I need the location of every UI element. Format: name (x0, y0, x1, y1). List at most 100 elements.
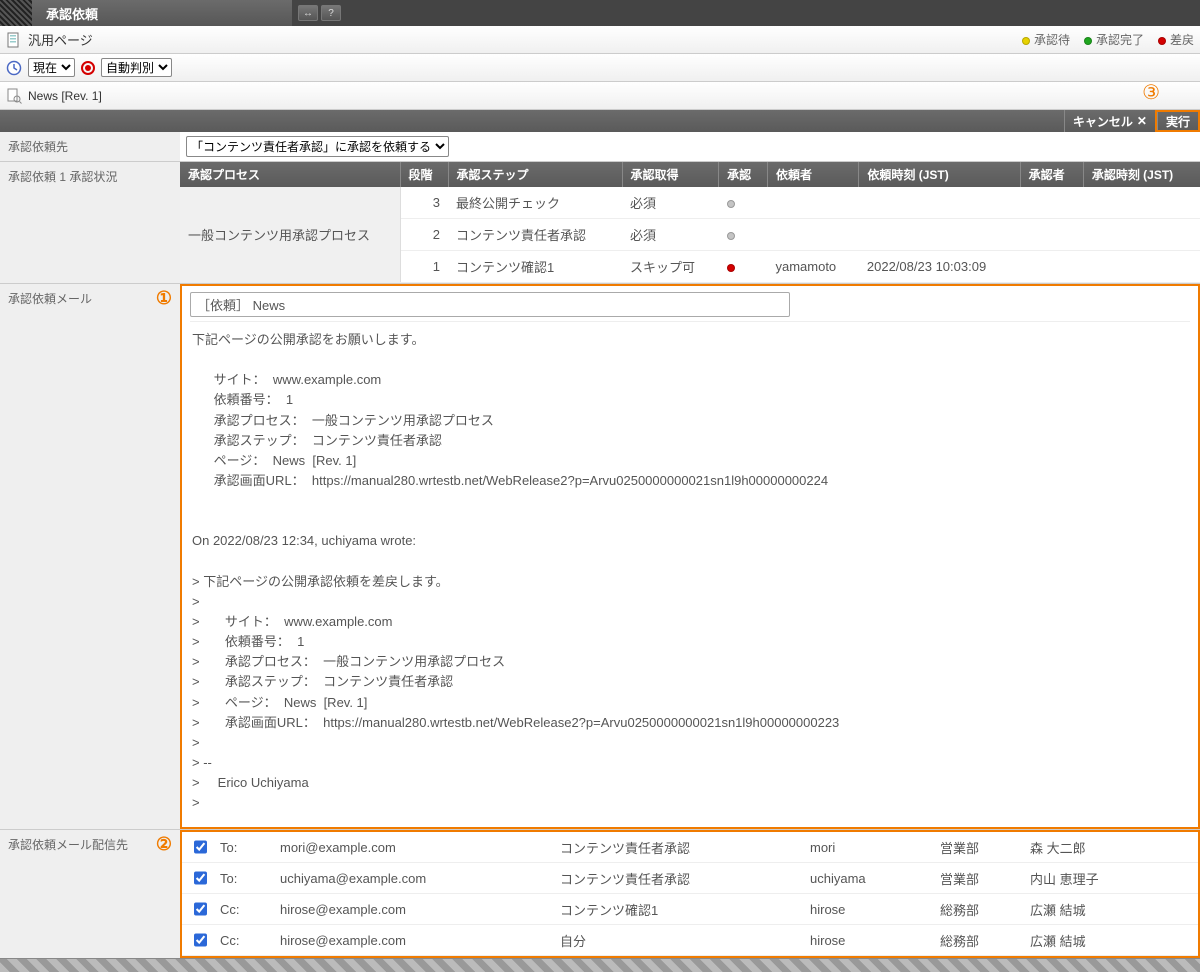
cell-approver (1020, 251, 1083, 283)
cell-kind: To: (212, 863, 272, 894)
recipient-checkbox[interactable] (194, 902, 207, 916)
clock-icon (6, 60, 22, 76)
cell-step: コンテンツ責任者承認 (448, 219, 622, 251)
app-logo (0, 0, 32, 26)
cell-step: コンテンツ責任者承認 (552, 863, 802, 894)
cell-fullname: 内山 恵理子 (1022, 863, 1198, 894)
cell-fullname: 森 大二郎 (1022, 832, 1198, 863)
dot-green-icon (1084, 37, 1092, 45)
recipient-checkbox[interactable] (194, 840, 207, 854)
label-status: 承認依頼 1 承認状況 (0, 162, 180, 283)
recipients-table: To:mori@example.comコンテンツ責任者承認mori営業部森 大二… (182, 832, 1198, 956)
th-requested-at: 依頼時刻 (JST) (859, 162, 1020, 187)
execute-button[interactable]: 実行 (1157, 112, 1198, 130)
row-status: 承認依頼 1 承認状況 承認プロセス 段階 承認ステップ 承認取得 承認 依頼者… (0, 162, 1200, 284)
toggle-pane-button[interactable]: ↔ (298, 5, 318, 21)
th-process: 承認プロセス (180, 162, 400, 187)
cell-step: 最終公開チェック (448, 187, 622, 219)
th-approver: 承認者 (1020, 162, 1083, 187)
cell-kind: Cc: (212, 925, 272, 956)
label-recipients: 承認依頼メール配信先 ② (0, 830, 180, 958)
page-icon (6, 32, 22, 48)
cell-fullname: 広瀬 結城 (1022, 925, 1198, 956)
label-mail-text: 承認依頼メール (8, 290, 92, 307)
cell-email: hirose@example.com (272, 894, 552, 925)
help-button[interactable]: ? (321, 5, 341, 21)
cell-requested-at (859, 187, 1020, 219)
cancel-label: キャンセル (1073, 113, 1133, 130)
top-bar-fill (347, 0, 1200, 26)
cell-email: mori@example.com (272, 832, 552, 863)
cell-user: hirose (802, 925, 932, 956)
cell-dept: 総務部 (932, 894, 1022, 925)
cell-stage: 1 (400, 251, 448, 283)
legend-rejected: 差戻 (1158, 31, 1194, 48)
cell-dept: 営業部 (932, 832, 1022, 863)
th-approval: 承認 (719, 162, 768, 187)
page-kind-label: 汎用ページ (28, 30, 93, 49)
value-destination: 「コンテンツ責任者承認」に承認を依頼する (180, 132, 1200, 161)
cell-requested-at: 2022/08/23 10:03:09 (859, 251, 1020, 283)
close-icon: ✕ (1137, 115, 1147, 127)
cell-check (182, 894, 212, 925)
record-icon (81, 61, 95, 75)
cell-requester: yamamoto (767, 251, 858, 283)
time-select[interactable]: 現在 (28, 58, 75, 77)
mail-body-textarea[interactable]: 下記ページの公開承認をお願いします。 サイト： www.example.com … (190, 321, 1190, 821)
cell-approval-dot (719, 219, 768, 251)
toolbar-time: 現在 自動判別 (0, 54, 1200, 82)
mail-frame: 下記ページの公開承認をお願いします。 サイト： www.example.com … (180, 284, 1200, 829)
recipient-checkbox[interactable] (194, 933, 207, 947)
resize-grip[interactable] (0, 958, 1200, 972)
detect-select[interactable]: 自動判別 (101, 58, 172, 77)
cell-required: スキップ可 (622, 251, 719, 283)
cell-step: コンテンツ確認1 (448, 251, 622, 283)
cell-dept: 営業部 (932, 863, 1022, 894)
cancel-button[interactable]: キャンセル ✕ (1064, 110, 1155, 132)
recipient-checkbox[interactable] (194, 871, 207, 885)
toolbar-breadcrumb: News [Rev. 1] ③ (0, 82, 1200, 110)
cell-approved-at (1083, 187, 1200, 219)
window-title: 承認依頼 (32, 0, 292, 26)
recipients-frame: To:mori@example.comコンテンツ責任者承認mori営業部森 大二… (180, 830, 1200, 958)
row-mail: 承認依頼メール ① 下記ページの公開承認をお願いします。 サイト： www.ex… (0, 284, 1200, 830)
cell-email: hirose@example.com (272, 925, 552, 956)
status-dot-icon (727, 264, 735, 272)
approval-table: 承認プロセス 段階 承認ステップ 承認取得 承認 依頼者 依頼時刻 (JST) … (180, 162, 1200, 283)
table-row: 一般コンテンツ用承認プロセス3最終公開チェック必須 (180, 187, 1200, 219)
callout-2: ② (156, 834, 172, 855)
mail-subject-input[interactable] (190, 292, 790, 317)
top-bar: 承認依頼 ↔ ? (0, 0, 1200, 26)
dot-yellow-icon (1022, 37, 1030, 45)
doc-search-icon (6, 88, 22, 104)
cell-approval-dot (719, 187, 768, 219)
th-required: 承認取得 (622, 162, 719, 187)
cell-requester (767, 219, 858, 251)
status-dot-icon (727, 200, 735, 208)
callout-1: ① (156, 288, 172, 309)
cell-fullname: 広瀬 結城 (1022, 894, 1198, 925)
action-bar: キャンセル ✕ 実行 (0, 110, 1200, 132)
cell-required: 必須 (622, 187, 719, 219)
cell-required: 必須 (622, 219, 719, 251)
status-legend: 承認待 承認完了 差戻 (1022, 31, 1194, 48)
row-destination: 承認依頼先 「コンテンツ責任者承認」に承認を依頼する (0, 132, 1200, 162)
cell-requested-at (859, 219, 1020, 251)
row-recipients: 承認依頼メール配信先 ② To:mori@example.comコンテンツ責任者… (0, 830, 1200, 958)
cell-stage: 3 (400, 187, 448, 219)
cell-check (182, 832, 212, 863)
cell-approver (1020, 187, 1083, 219)
main: 承認依頼先 「コンテンツ責任者承認」に承認を依頼する 承認依頼 1 承認状況 承… (0, 132, 1200, 958)
dot-red-icon (1158, 37, 1166, 45)
cell-step: 自分 (552, 925, 802, 956)
cell-dept: 総務部 (932, 925, 1022, 956)
cell-step: コンテンツ責任者承認 (552, 832, 802, 863)
cell-check (182, 863, 212, 894)
cell-kind: Cc: (212, 894, 272, 925)
cell-user: uchiyama (802, 863, 932, 894)
value-status: 承認プロセス 段階 承認ステップ 承認取得 承認 依頼者 依頼時刻 (JST) … (180, 162, 1200, 283)
cell-email: uchiyama@example.com (272, 863, 552, 894)
title-tools: ↔ ? (292, 0, 347, 26)
th-step: 承認ステップ (448, 162, 622, 187)
destination-select[interactable]: 「コンテンツ責任者承認」に承認を依頼する (186, 136, 449, 157)
